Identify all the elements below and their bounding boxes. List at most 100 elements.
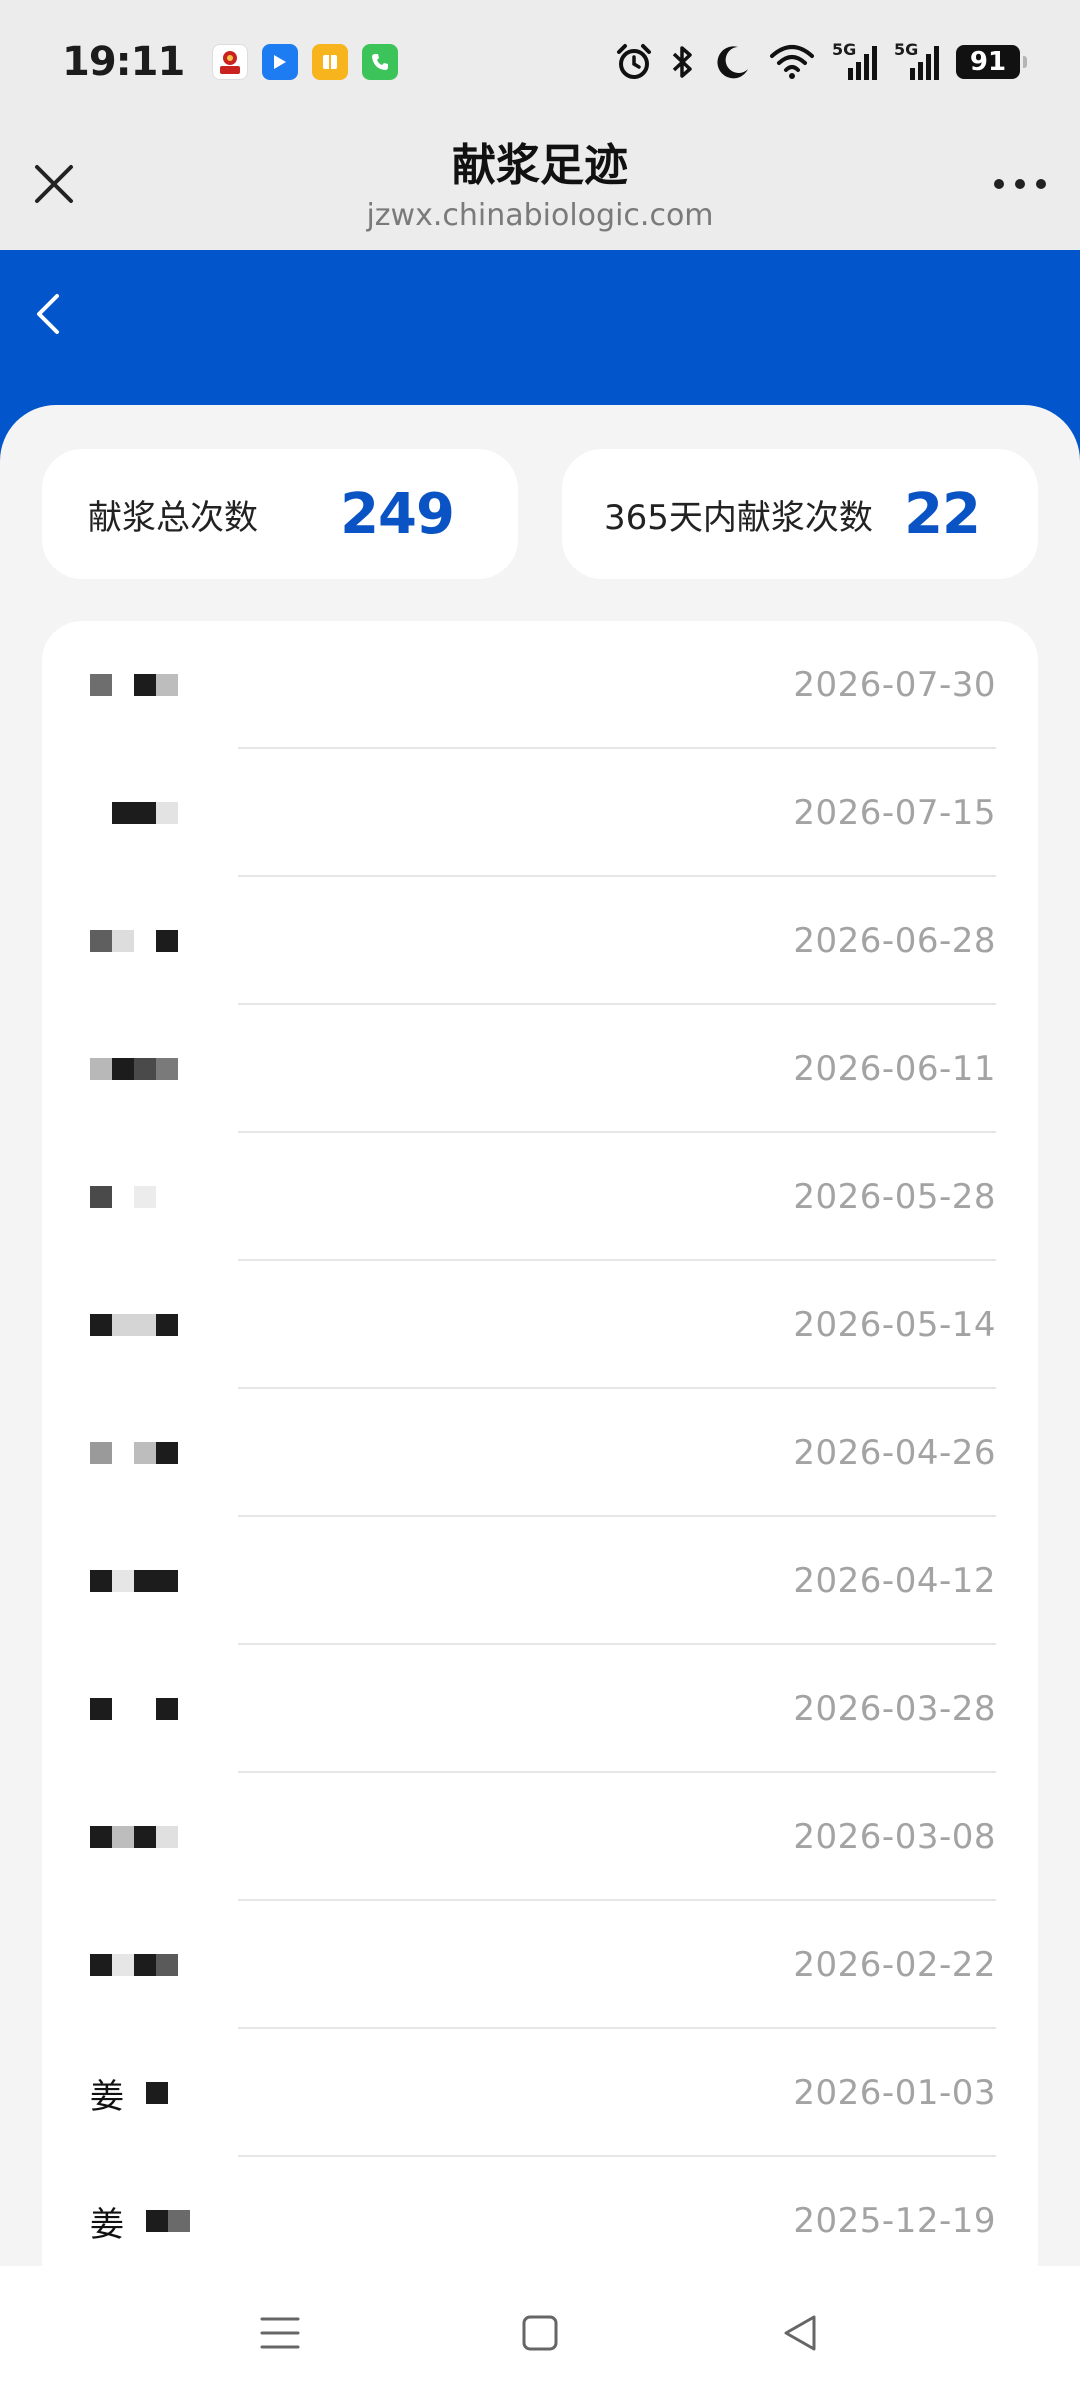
navigation-bar [0, 2266, 1080, 2400]
record-row[interactable]: 2026-03-28 [42, 1645, 1038, 1773]
menu-icon [260, 2317, 300, 2349]
redaction-block [156, 1698, 178, 1720]
page-title: 献浆足迹 [452, 140, 628, 191]
redaction-block [112, 1314, 134, 1336]
record-date: 2026-05-14 [793, 1305, 996, 1345]
redaction-block [112, 1058, 134, 1080]
menu-nav-button[interactable] [240, 2293, 320, 2373]
record-row[interactable]: 2026-05-14 [42, 1261, 1038, 1389]
donor-name-prefix: 姜 [90, 2076, 124, 2117]
record-row[interactable]: 2026-04-26 [42, 1389, 1038, 1517]
redaction-block [156, 1442, 178, 1464]
redaction-block [134, 1314, 156, 1336]
redaction-block [124, 2082, 146, 2104]
redaction-block [190, 2210, 212, 2232]
redaction-block [90, 1442, 112, 1464]
redaction-block [90, 1954, 112, 1976]
signal-icon: 5G [832, 40, 878, 82]
more-button[interactable] [988, 162, 1052, 206]
record-date: 2026-06-11 [793, 1049, 996, 1089]
phone-app-icon [362, 44, 399, 80]
donor-name-redacted [90, 1812, 178, 1862]
redaction-block [124, 2210, 146, 2232]
redaction-block [134, 1698, 156, 1720]
redaction-block [112, 1698, 134, 1720]
total-donations-card: 献浆总次数 249 [42, 449, 518, 579]
title-bar: 献浆足迹 jzwx.chinabiologic.com [0, 124, 1080, 250]
redaction-block [112, 674, 134, 696]
redaction-block [156, 1570, 178, 1592]
record-row[interactable]: 姜 2026-01-03 [42, 2029, 1038, 2157]
donor-name-redacted: 姜 [90, 2068, 212, 2118]
redaction-block [156, 1058, 178, 1080]
back-button[interactable] [24, 286, 72, 342]
redaction-block [90, 1186, 112, 1208]
redaction-block [156, 1826, 178, 1848]
status-bar: 19:11 5G 5G 91 [0, 0, 1080, 124]
record-row[interactable]: 2026-02-22 [42, 1901, 1038, 2029]
blue-app-icon [262, 44, 299, 80]
moon-icon [712, 42, 752, 82]
redaction-block [112, 1954, 134, 1976]
redaction-block [134, 1442, 156, 1464]
redaction-block [90, 1058, 112, 1080]
redaction-block [90, 1314, 112, 1336]
status-left: 19:11 [62, 39, 399, 85]
redaction-block [90, 802, 112, 824]
donor-name-redacted [90, 1940, 178, 1990]
record-row[interactable]: 2026-05-28 [42, 1133, 1038, 1261]
redaction-block [146, 2210, 168, 2232]
donor-name-redacted [90, 1684, 178, 1734]
alarm-icon [614, 42, 654, 82]
redaction-block [156, 1314, 178, 1336]
redaction-block [112, 1570, 134, 1592]
donation-record-list: 2026-07-30 2026-07-15 2026-06-28 2026-06-11… [42, 621, 1038, 2400]
record-row[interactable]: 2026-04-12 [42, 1517, 1038, 1645]
total-donations-label: 献浆总次数 [88, 497, 258, 538]
donor-name-redacted [90, 1044, 178, 1094]
record-row[interactable]: 2026-07-15 [42, 749, 1038, 877]
redaction-block [90, 930, 112, 952]
back-triangle-icon [784, 2315, 816, 2351]
donor-name-redacted: 姜 [90, 2196, 212, 2246]
redaction-block [134, 1954, 156, 1976]
redaction-block [134, 1570, 156, 1592]
record-row[interactable]: 2026-07-30 [42, 621, 1038, 749]
record-row[interactable]: 2026-06-28 [42, 877, 1038, 1005]
redaction-block [134, 1826, 156, 1848]
donor-name-prefix: 姜 [90, 2204, 124, 2245]
wifi-icon [768, 42, 816, 82]
redaction-block [134, 930, 156, 952]
title-wrap: 献浆足迹 jzwx.chinabiologic.com [0, 136, 1080, 236]
redaction-block [190, 2082, 212, 2104]
redaction-block [134, 674, 156, 696]
redaction-block [156, 674, 178, 696]
donor-name-redacted [90, 1556, 178, 1606]
status-right: 5G 5G 91 [614, 40, 1027, 82]
bluetooth-icon [670, 42, 696, 82]
record-row[interactable]: 2026-06-11 [42, 1005, 1038, 1133]
redaction-block [112, 930, 134, 952]
battery-indicator: 91 [956, 45, 1027, 79]
donor-name-redacted [90, 1300, 178, 1350]
record-date: 2026-05-28 [793, 1177, 996, 1217]
donor-name-redacted [90, 788, 178, 838]
main-panel: 献浆总次数 249 365天内献浆次数 22 2026-07-30 2026-07… [0, 405, 1080, 2400]
redaction-block [90, 674, 112, 696]
home-square-icon [522, 2315, 558, 2351]
year-donations-label: 365天内献浆次数 [604, 497, 873, 538]
record-date: 2026-04-12 [793, 1561, 996, 1601]
back-nav-button[interactable] [760, 2293, 840, 2373]
redaction-block [112, 1186, 134, 1208]
record-date: 2026-03-28 [793, 1689, 996, 1729]
redaction-block [168, 2210, 190, 2232]
home-nav-button[interactable] [500, 2293, 580, 2373]
record-row[interactable]: 2026-03-08 [42, 1773, 1038, 1901]
donor-name-redacted [90, 1428, 178, 1478]
record-date: 2026-04-26 [793, 1433, 996, 1473]
redaction-block [134, 1186, 156, 1208]
redaction-block [134, 802, 156, 824]
more-icon [994, 179, 1046, 189]
record-date: 2025-12-19 [793, 2201, 996, 2241]
redaction-block [112, 802, 134, 824]
